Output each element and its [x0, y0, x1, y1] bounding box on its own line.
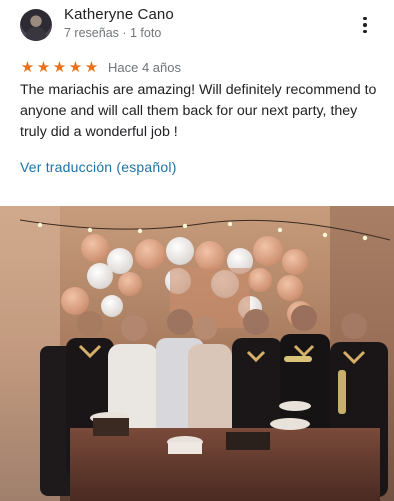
- translate-link[interactable]: Ver traducción (español): [20, 159, 177, 175]
- star-rating: ★ ★ ★ ★ ★: [20, 59, 99, 75]
- avatar[interactable]: [20, 9, 52, 41]
- review-text: The mariachis are amazing! Will definite…: [20, 82, 377, 140]
- photo-illustration: [0, 206, 394, 501]
- star-icon: ★: [68, 58, 83, 76]
- author-name[interactable]: Katheryne Cano: [64, 6, 174, 23]
- more-vert-icon: [363, 16, 367, 21]
- star-icon: ★: [52, 58, 67, 76]
- rating-row: ★ ★ ★ ★ ★ Hace 4 años: [20, 58, 181, 76]
- star-icon: ★: [20, 58, 35, 76]
- review-photo[interactable]: [0, 206, 394, 501]
- review-header: Katheryne Cano 7 reseñas · 1 foto: [0, 0, 394, 50]
- author-meta: 7 reseñas · 1 foto: [64, 26, 162, 40]
- review-time: Hace 4 años: [108, 59, 181, 75]
- star-icon: ★: [36, 58, 51, 76]
- more-options-button[interactable]: [352, 12, 378, 38]
- star-icon: ★: [84, 58, 99, 76]
